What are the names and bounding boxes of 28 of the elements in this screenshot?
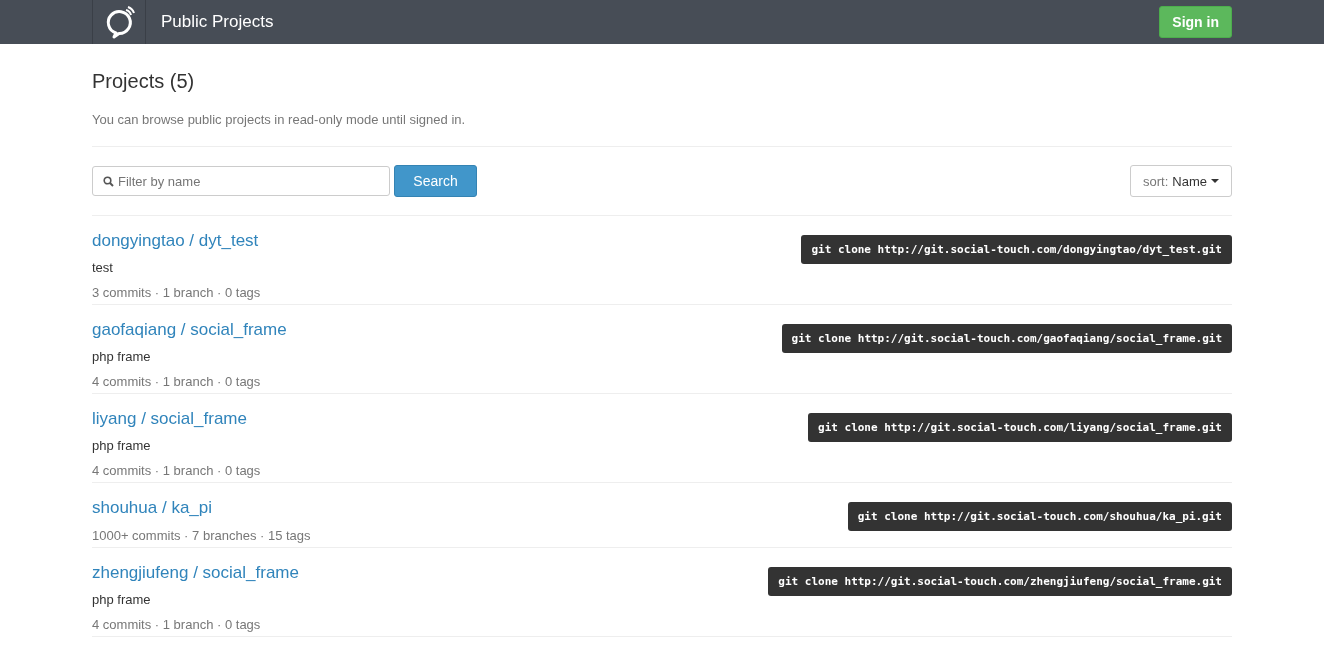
search-button[interactable]: Search (394, 165, 477, 197)
project-stats: 4 commits · 1 branch · 0 tags (92, 617, 262, 632)
header-title: Public Projects (161, 12, 275, 32)
sign-in-button[interactable]: Sign in (1159, 6, 1232, 38)
project-title-link[interactable]: shouhua / ka_pi (92, 498, 311, 518)
logo-icon[interactable] (92, 0, 146, 44)
project-stats: 3 commits · 1 branch · 0 tags (92, 285, 261, 300)
page-heading: Projects (5) (92, 70, 196, 93)
clone-command: git clone http://git.social-touch.com/gaofaqiang/social_frame.git (781, 324, 1232, 353)
caret-icon (1211, 179, 1219, 183)
project-title-link[interactable]: gaofaqiang / social_frame (92, 320, 287, 340)
project-description: php frame (92, 438, 152, 453)
project-title-link[interactable]: zhengjiufeng / social_frame (92, 563, 299, 583)
info-note: You can browse public projects in read-only mode until signed in. (92, 112, 467, 127)
project-description: php frame (92, 592, 152, 607)
clone-command: git clone http://git.social-touch.com/zhengjiufeng/social_frame.git (768, 567, 1232, 596)
project-stats: 4 commits · 1 branch · 0 tags (92, 374, 262, 389)
clone-command: git clone http://git.social-touch.com/liyang/social_frame.git (808, 413, 1232, 442)
clone-command: git clone http://git.social-touch.com/shouhua/ka_pi.git (847, 502, 1232, 531)
project-description: test (92, 260, 114, 275)
project-stats: 4 commits · 1 branch · 0 tags (92, 463, 261, 478)
project-description: php frame (92, 349, 152, 364)
project-title-link[interactable]: liyang / social_frame (92, 409, 261, 429)
filter-field[interactable]: Filter by name (92, 166, 390, 196)
project-stats: 1000+ commits · 7 branches · 15 tags (92, 528, 311, 543)
clone-command: git clone http://git.social-touch.com/dongyingtao/dyt_test.git (801, 235, 1232, 264)
sort-dropdown[interactable]: sort: Name (1130, 165, 1232, 197)
project-title-link[interactable]: dongyingtao / dyt_test (92, 231, 261, 251)
